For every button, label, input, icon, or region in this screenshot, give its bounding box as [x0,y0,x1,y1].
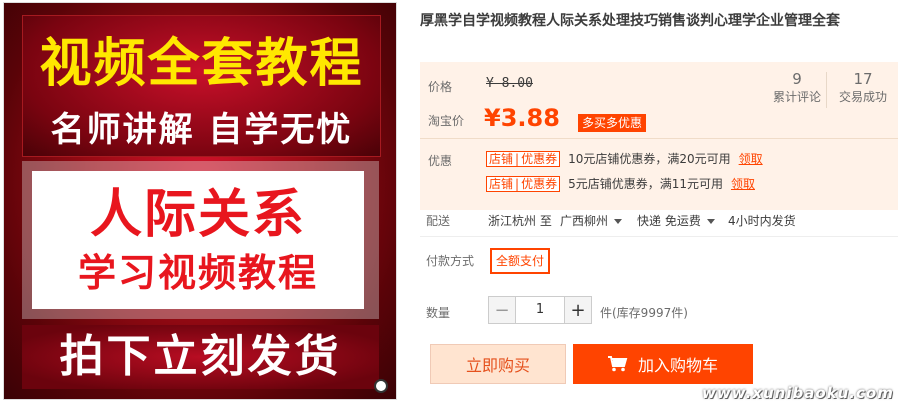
poster-footer: 拍下立刻发货 [59,331,342,382]
coupon-tag-type: 优惠券 [521,152,558,166]
product-image[interactable]: 视频全套教程 名师讲解 自学无忧 人际关系 学习视频教程 拍下立刻发货 [3,2,397,400]
poster-bottom-panel: 拍下立刻发货 [22,325,379,389]
add-to-cart-label: 加入购物车 [637,356,718,375]
ship-to-value: 广西柳州 [560,214,609,228]
coupon-tag: 店铺 | 优惠券 [486,151,561,167]
poster-mid-panel: 人际关系 学习视频教程 [32,171,364,309]
price-label: 价格 [428,80,453,94]
ship-to-select[interactable]: 广西柳州 [560,212,623,229]
poster-subline: 名师讲解 自学无忧 [50,110,353,150]
divider [420,236,898,237]
original-price: ¥ 8.00 [486,76,533,91]
ship-method-value: 快递 免运费 [637,214,701,228]
chevron-down-icon [614,219,623,224]
poster-top-panel: 视频全套教程 名师讲解 自学无忧 [22,15,381,157]
site-watermark: www.xunibaoku.com [702,384,894,402]
buy-now-button[interactable]: 立即购买 [430,344,566,384]
stat-sales-label: 交易成功 [838,90,887,104]
coupon-tag-shop: 店铺 [489,152,514,166]
claim-coupon-link[interactable]: 领取 [739,152,763,166]
zoom-icon[interactable] [374,379,388,393]
coupon-text: 10元店铺优惠券，满20元可用 [568,152,731,166]
coupon-label: 优惠 [428,154,453,168]
decrease-button[interactable]: − [488,296,516,324]
ship-method-select[interactable]: 快递 免运费 [637,212,715,229]
poster-headline: 视频全套教程 [39,34,364,94]
price-panel: 价格 ¥ 8.00 淘宝价 ¥3.88 多买多优惠 9 累计评论 17 交易成功… [420,62,898,210]
coupon-tag-shop: 店铺 [489,177,514,191]
increase-button[interactable]: + [564,296,592,324]
shipping-label: 配送 [426,214,451,228]
taobao-price-label: 淘宝价 [428,114,465,128]
claim-coupon-link[interactable]: 领取 [731,177,755,191]
cart-icon [607,356,628,372]
stat-divider [826,72,827,108]
ship-time: 4小时内发货 [728,214,796,228]
chevron-down-icon [706,219,715,224]
coupon-tag-type: 优惠券 [521,177,558,191]
stat-reviews-value: 9 [792,70,802,88]
poster-main-line1: 人际关系 [89,185,306,245]
panel-divider [420,138,898,139]
coupon-text: 5元店铺优惠券，满11元可用 [568,177,723,191]
stat-sales-value: 17 [853,70,873,88]
ship-from: 浙江杭州 至 [488,214,552,228]
coupon-row: 店铺 | 优惠券 10元店铺优惠券，满20元可用 领取 [486,151,763,167]
add-to-cart-button[interactable]: 加入购物车 [573,344,753,384]
poster-main-line2: 学习视频教程 [77,251,318,295]
stat-reviews-label: 累计评论 [772,90,821,104]
quantity-input[interactable]: 1 [516,296,564,324]
current-price: ¥3.88 [484,104,560,132]
payment-label: 付款方式 [426,254,475,268]
stat-sales: 17 交易成功 [834,70,892,105]
quantity-stepper: − 1 + [488,296,592,324]
product-detail: 厚黑学自学视频教程人际关系处理技巧销售谈判心理学企业管理全套 价格 ¥ 8.00… [418,0,898,404]
stock-info: 件(库存9997件) [600,306,688,320]
full-payment-option[interactable]: 全额支付 [490,248,551,274]
product-gallery: 视频全套教程 名师讲解 自学无忧 人际关系 学习视频教程 拍下立刻发货 [0,0,400,404]
coupon-row: 店铺 | 优惠券 5元店铺优惠券，满11元可用 领取 [486,176,755,192]
coupon-tag: 店铺 | 优惠券 [486,176,561,192]
product-title: 厚黑学自学视频教程人际关系处理技巧销售谈判心理学企业管理全套 [420,13,840,29]
quantity-label: 数量 [426,306,451,320]
stat-reviews[interactable]: 9 累计评论 [768,70,826,105]
promo-badge[interactable]: 多买多优惠 [578,114,647,132]
